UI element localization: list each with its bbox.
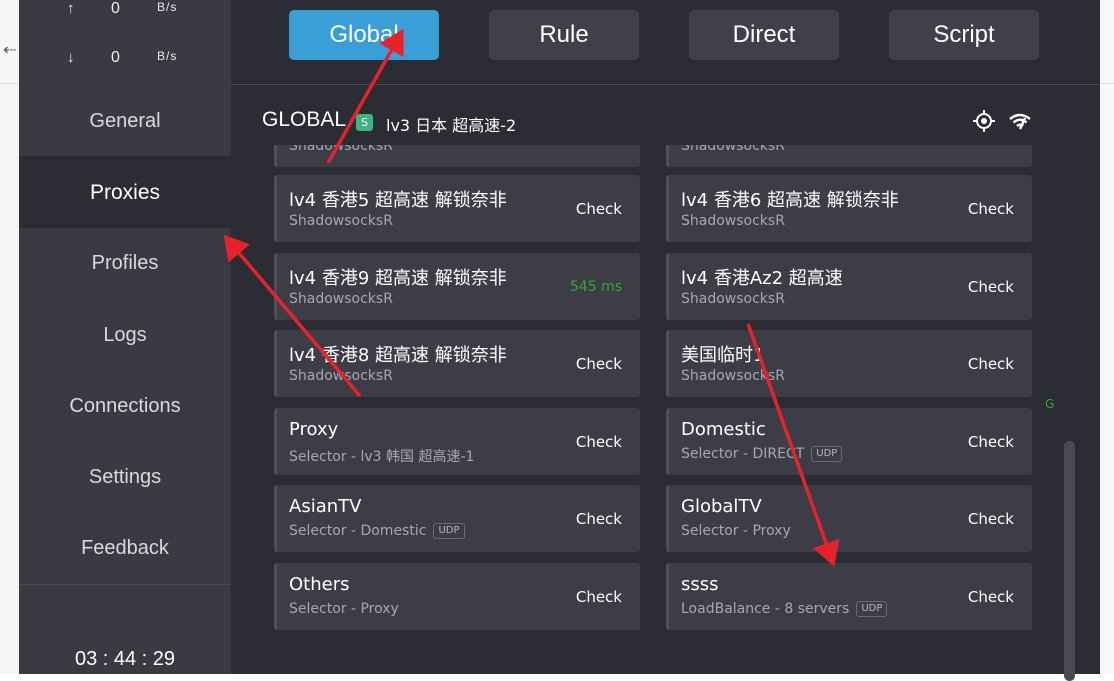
check-button[interactable]: Check xyxy=(576,433,622,451)
proxy-card[interactable]: Proxy Selector - lv3 韩国 超高速-1 Check xyxy=(274,408,640,475)
scroll-marker: G xyxy=(1045,397,1055,411)
sidebar-divider xyxy=(19,584,231,585)
proxy-name: Domestic xyxy=(681,419,766,440)
proxy-name: lv4 香港Az2 超高速 xyxy=(681,268,843,289)
check-button[interactable]: Check xyxy=(968,200,1014,218)
proxy-name: GlobalTV xyxy=(681,496,762,517)
upload-arrow-icon: ↑ xyxy=(67,0,75,17)
proxy-type: Selector - Proxy xyxy=(681,523,791,539)
uptime-clock: 03 : 44 : 29 xyxy=(74,648,176,670)
proxy-card[interactable]: Others Selector - Proxy Check xyxy=(274,563,640,630)
proxy-type-text: Selector - DIRECT xyxy=(681,446,805,462)
sidebar-item-connections[interactable]: Connections xyxy=(19,371,231,442)
sidebar-item-proxies[interactable]: Proxies xyxy=(19,157,231,228)
browser-edge-right xyxy=(1100,0,1114,674)
proxy-type: ShadowsocksR xyxy=(681,145,785,154)
download-arrow-icon: ↓ xyxy=(67,49,75,66)
latency-value[interactable]: 545 ms xyxy=(570,279,622,295)
udp-badge: UDP xyxy=(811,446,843,462)
proxy-grid: ShadowsocksR ShadowsocksR lv4 香港5 超高速 解锁… xyxy=(212,145,1060,674)
sidebar: ↑ 0 B/s ↓ 0 B/s General Proxies Profiles… xyxy=(19,0,231,674)
sidebar-item-feedback[interactable]: Feedback xyxy=(19,513,231,584)
mode-bar: Global Rule Direct Script xyxy=(231,0,1100,85)
check-button[interactable]: Check xyxy=(968,588,1014,606)
sidebar-item-profiles[interactable]: Profiles xyxy=(19,228,231,299)
sidebar-item-settings[interactable]: Settings xyxy=(19,442,231,513)
check-button[interactable]: Check xyxy=(968,433,1014,451)
proxy-card[interactable]: lv4 香港9 超高速 解锁奈非 ShadowsocksR 545 ms xyxy=(274,253,640,320)
proxy-type: ShadowsocksR xyxy=(289,213,393,229)
proxy-name: Others xyxy=(289,574,350,595)
back-arrow-icon[interactable]: ⇠ xyxy=(3,40,16,59)
proxy-type: Selector - Domestic UDP xyxy=(289,523,465,539)
proxy-card[interactable]: 美国临时1 ShadowsocksR Check xyxy=(666,330,1032,397)
proxy-card[interactable]: GlobalTV Selector - Proxy Check xyxy=(666,485,1032,552)
mode-script-button[interactable]: Script xyxy=(889,10,1039,60)
proxy-type-text: LoadBalance - 8 servers xyxy=(681,601,850,617)
proxy-type-text: Selector - Domestic xyxy=(289,523,427,539)
proxy-name: Proxy xyxy=(289,419,339,440)
group-title: GLOBAL xyxy=(262,108,347,131)
download-value: 0 xyxy=(111,49,120,66)
scrollbar-thumb[interactable] xyxy=(1064,441,1075,681)
traffic-panel: ↑ 0 B/s ↓ 0 B/s xyxy=(19,0,231,84)
proxy-card-partial[interactable]: ShadowsocksR xyxy=(666,145,1032,167)
proxy-type: Selector - Proxy xyxy=(289,601,399,617)
check-button[interactable]: Check xyxy=(576,510,622,528)
proxy-name: lv4 香港8 超高速 解锁奈非 xyxy=(289,345,507,366)
proxy-card[interactable]: AsianTV Selector - Domestic UDP Check xyxy=(274,485,640,552)
mode-direct-button[interactable]: Direct xyxy=(689,10,839,60)
proxy-type: ShadowsocksR xyxy=(681,213,785,229)
proxy-card[interactable]: lv4 香港6 超高速 解锁奈非 ShadowsocksR Check xyxy=(666,175,1032,242)
scrollbar[interactable] xyxy=(1060,145,1081,681)
udp-badge: UDP xyxy=(433,523,465,539)
download-unit: B/s xyxy=(157,49,178,63)
sidebar-item-logs[interactable]: Logs xyxy=(19,300,231,371)
check-button[interactable]: Check xyxy=(576,355,622,373)
proxy-type: ShadowsocksR xyxy=(289,368,393,384)
check-button[interactable]: Check xyxy=(576,200,622,218)
check-button[interactable]: Check xyxy=(968,278,1014,296)
udp-badge: UDP xyxy=(856,601,888,617)
proxy-card[interactable]: lv4 香港8 超高速 解锁奈非 ShadowsocksR Check xyxy=(274,330,640,397)
proxy-card[interactable]: lv4 香港5 超高速 解锁奈非 ShadowsocksR Check xyxy=(274,175,640,242)
proxy-name: lv4 香港5 超高速 解锁奈非 xyxy=(289,190,507,211)
proxy-type: ShadowsocksR xyxy=(681,368,785,384)
check-button[interactable]: Check xyxy=(968,510,1014,528)
proxy-card-partial[interactable]: ShadowsocksR xyxy=(274,145,640,167)
proxy-type: ShadowsocksR xyxy=(289,145,393,154)
upload-value: 0 xyxy=(111,0,120,17)
wifi-speedtest-icon[interactable] xyxy=(1007,108,1033,134)
proxy-name: ssss xyxy=(681,574,719,595)
proxy-name: lv4 香港9 超高速 解锁奈非 xyxy=(289,268,507,289)
proxy-name: lv4 香港6 超高速 解锁奈非 xyxy=(681,190,899,211)
upload-unit: B/s xyxy=(157,0,178,14)
proxy-card[interactable]: Domestic Selector - DIRECT UDP Check xyxy=(666,408,1032,475)
download-speed: ↓ 0 B/s xyxy=(19,49,231,69)
proxy-name: 美国临时1 xyxy=(681,345,765,366)
proxy-card[interactable]: lv4 香港Az2 超高速 ShadowsocksR Check xyxy=(666,253,1032,320)
mode-global-button[interactable]: Global xyxy=(289,10,439,60)
group-type-badge: S xyxy=(356,114,373,131)
upload-speed: ↑ 0 B/s xyxy=(19,0,231,20)
proxy-type: Selector - lv3 韩国 超高速-1 xyxy=(289,449,475,465)
mode-rule-button[interactable]: Rule xyxy=(489,10,639,60)
proxy-type: ShadowsocksR xyxy=(681,291,785,307)
proxy-name: AsianTV xyxy=(289,496,362,517)
locate-icon[interactable] xyxy=(971,108,997,134)
group-current-proxy: lv3 日本 超高速-2 xyxy=(386,116,517,135)
proxy-card[interactable]: ssss LoadBalance - 8 servers UDP Check xyxy=(666,563,1032,630)
sidebar-item-general[interactable]: General xyxy=(19,86,231,157)
check-button[interactable]: Check xyxy=(968,355,1014,373)
browser-edge-left: ⇠ xyxy=(0,0,20,674)
check-button[interactable]: Check xyxy=(576,588,622,606)
proxy-type: LoadBalance - 8 servers UDP xyxy=(681,601,888,617)
proxy-type: ShadowsocksR xyxy=(289,291,393,307)
proxy-type: Selector - DIRECT UDP xyxy=(681,446,843,462)
